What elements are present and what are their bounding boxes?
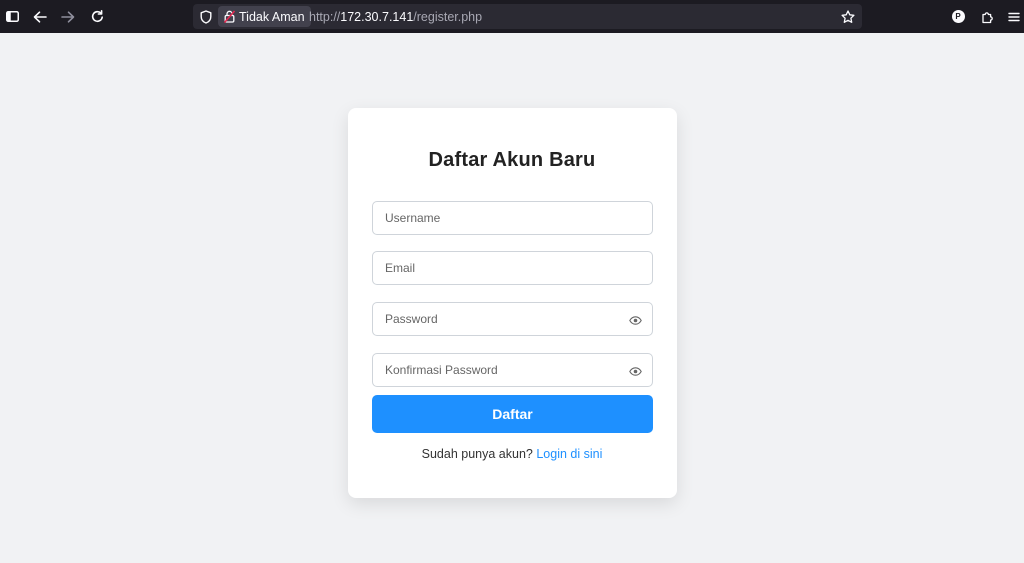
bookmark-star-icon[interactable]	[840, 0, 856, 33]
show-confirm-password-eye-icon[interactable]	[628, 364, 642, 378]
username-input[interactable]	[373, 202, 652, 234]
forward-icon[interactable]	[59, 0, 77, 33]
security-label: Tidak Aman	[239, 9, 305, 24]
profile-avatar[interactable]: P	[950, 0, 966, 33]
tracking-shield-icon[interactable]	[199, 0, 213, 33]
url-host: 172.30.7.141	[340, 9, 414, 24]
insecure-lock-icon	[224, 10, 235, 23]
extensions-icon[interactable]	[979, 0, 995, 33]
url-path: /register.php	[413, 9, 483, 24]
sidebar-toggle-icon[interactable]	[4, 0, 20, 33]
email-field[interactable]	[372, 251, 653, 285]
menu-icon[interactable]	[1006, 0, 1022, 33]
url-bar[interactable]: Tidak Aman http://172.30.7.141/register.…	[193, 4, 862, 29]
password-field[interactable]	[372, 302, 653, 336]
browser-toolbar: Tidak Aman http://172.30.7.141/register.…	[0, 0, 1024, 33]
reload-icon[interactable]	[88, 0, 106, 33]
url-text[interactable]: http://172.30.7.141/register.php	[309, 4, 482, 29]
login-link[interactable]: Login di sini	[536, 447, 602, 461]
profile-initial: P	[951, 10, 965, 23]
confirm-password-input[interactable]	[373, 354, 652, 386]
register-submit-button[interactable]: Daftar	[372, 395, 653, 433]
show-password-eye-icon[interactable]	[628, 313, 642, 327]
page-title: Daftar Akun Baru	[428, 149, 596, 171]
login-prompt-line: Sudah punya akun? Login di sini	[0, 447, 1024, 461]
username-field[interactable]	[372, 201, 653, 235]
confirm-password-field[interactable]	[372, 353, 653, 387]
login-prompt-text: Sudah punya akun?	[421, 447, 533, 461]
url-protocol: http://	[309, 9, 341, 24]
security-indicator[interactable]: Tidak Aman	[218, 6, 311, 27]
email-input[interactable]	[373, 252, 652, 284]
password-input[interactable]	[373, 303, 652, 335]
back-icon[interactable]	[31, 0, 49, 33]
